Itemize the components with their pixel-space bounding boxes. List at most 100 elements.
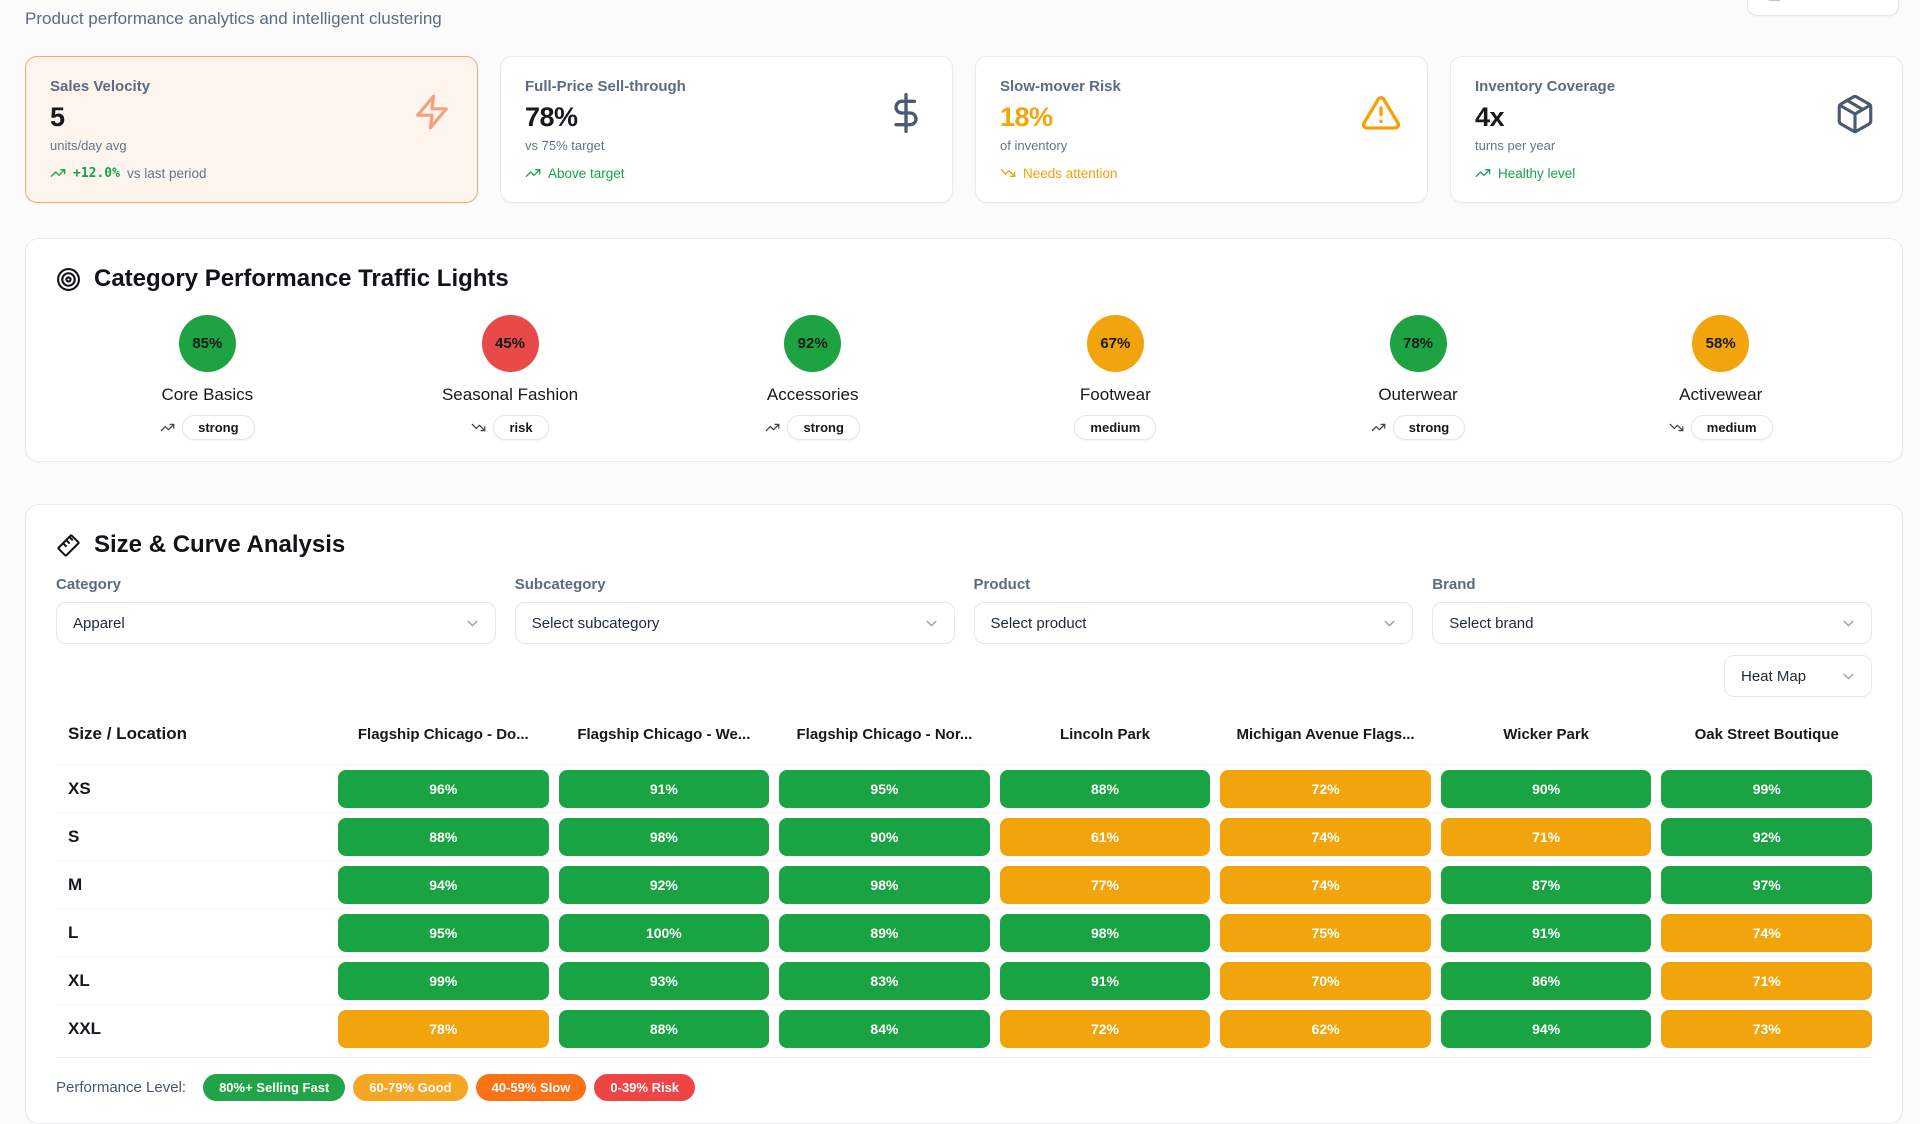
heatmap-cell[interactable]: 93%	[559, 962, 770, 1000]
kpi-title: Sales Velocity	[50, 78, 453, 95]
location-column-header: Michigan Avenue Flags...	[1220, 726, 1431, 743]
trending-up-icon	[1371, 420, 1386, 435]
kpi-value: 78%	[525, 102, 928, 133]
trending-up-icon	[525, 165, 541, 181]
section-title-text: Category Performance Traffic Lights	[94, 265, 509, 293]
heatmap-cell[interactable]: 74%	[1661, 914, 1872, 952]
period-selector-button[interactable]: Last 4 Weeks	[1747, 0, 1899, 16]
kpi-unit: vs 75% target	[525, 138, 928, 153]
traffic-light-item[interactable]: 58%Activewearmedium	[1569, 315, 1872, 441]
traffic-light-item[interactable]: 78%Outerwearstrong	[1267, 315, 1570, 441]
heatmap-cell[interactable]: 73%	[1661, 1010, 1872, 1048]
heatmap-cell[interactable]: 72%	[1000, 1010, 1211, 1048]
heatmap-cell[interactable]: 62%	[1220, 1010, 1431, 1048]
heatmap-cell[interactable]: 99%	[1661, 770, 1872, 808]
heatmap-cell[interactable]: 92%	[1661, 818, 1872, 856]
size-row-label: XL	[56, 971, 328, 991]
heatmap-cell[interactable]: 88%	[1000, 770, 1211, 808]
filter-row: Category Apparel Subcategory Select subc…	[56, 576, 1872, 644]
category-select[interactable]: Apparel	[56, 602, 496, 644]
heatmap-cell[interactable]: 74%	[1220, 866, 1431, 904]
legend-pill: 80%+ Selling Fast	[203, 1074, 345, 1101]
heatmap-cell[interactable]: 91%	[1441, 914, 1652, 952]
kpi-status: Needs attention	[1023, 166, 1118, 181]
subcategory-select[interactable]: Select subcategory	[515, 602, 955, 644]
traffic-light-grid: 85%Core Basicsstrong45%Seasonal Fashionr…	[56, 315, 1872, 441]
traffic-light-category: Seasonal Fashion	[442, 385, 578, 405]
heatmap-cell[interactable]: 90%	[1441, 770, 1652, 808]
heatmap-header-row: Size / Location Flagship Chicago - Do...…	[56, 712, 1872, 764]
heatmap-cell[interactable]: 91%	[559, 770, 770, 808]
traffic-light-item[interactable]: 45%Seasonal Fashionrisk	[359, 315, 662, 441]
trending-down-icon	[1669, 420, 1684, 435]
filter-product: Product Select product	[974, 576, 1414, 644]
heatmap-cell[interactable]: 94%	[1441, 1010, 1652, 1048]
heatmap-row: S88%98%90%61%74%71%92%	[56, 812, 1872, 860]
heatmap-cell[interactable]: 88%	[338, 818, 549, 856]
trending-up-icon	[765, 420, 780, 435]
heatmap-cell[interactable]: 96%	[338, 770, 549, 808]
kpi-card-full-price-sell-through[interactable]: Full-Price Sell-through 78% vs 75% targe…	[500, 56, 953, 203]
traffic-light-category: Footwear	[1080, 385, 1151, 405]
size-row-label: XS	[56, 779, 328, 799]
heatmap-row: XL 99% 93%83% 91%70% 86%71%	[56, 956, 1872, 1004]
status-badge: strong	[1393, 415, 1465, 440]
category-performance-section: Category Performance Traffic Lights 85%C…	[25, 238, 1903, 462]
heatmap-cell[interactable]: 74%	[1220, 818, 1431, 856]
heatmap-cell[interactable]: 72%	[1220, 770, 1431, 808]
trending-up-icon	[160, 420, 175, 435]
traffic-light-circle: 67%	[1087, 315, 1144, 372]
heatmap-cell[interactable]: 91%	[1000, 962, 1211, 1000]
heatmap-cell[interactable]: 75%	[1220, 914, 1431, 952]
traffic-light-item[interactable]: 92%Accessoriesstrong	[661, 315, 964, 441]
calendar-icon	[1766, 0, 1783, 1]
heatmap-cell[interactable]: 90%	[779, 818, 990, 856]
heatmap-cell[interactable]: 95%	[779, 770, 990, 808]
heatmap-cell[interactable]: 99%	[338, 962, 549, 1000]
heatmap-cell[interactable]: 100%	[559, 914, 770, 952]
heatmap-cell[interactable]: 77%	[1000, 866, 1211, 904]
kpi-card-slow-mover-risk[interactable]: Slow-mover Risk 18% of inventory Needs a…	[975, 56, 1428, 203]
status-badge: medium	[1074, 415, 1156, 440]
heatmap-cell[interactable]: 86%	[1441, 962, 1652, 1000]
heatmap-cell[interactable]: 94%	[338, 866, 549, 904]
kpi-status: Healthy level	[1498, 166, 1575, 181]
kpi-card-sales-velocity[interactable]: Sales Velocity 5 units/day avg +12.0% vs…	[25, 56, 478, 203]
traffic-light-category: Outerwear	[1378, 385, 1457, 405]
kpi-card-inventory-coverage[interactable]: Inventory Coverage 4x turns per year Hea…	[1450, 56, 1903, 203]
heatmap-cell[interactable]: 84%	[779, 1010, 990, 1048]
heatmap-cell[interactable]: 87%	[1441, 866, 1652, 904]
heatmap-cell[interactable]: 70%	[1220, 962, 1431, 1000]
location-column-header: Flagship Chicago - Nor...	[779, 726, 990, 743]
kpi-title: Full-Price Sell-through	[525, 78, 928, 95]
product-select[interactable]: Select product	[974, 602, 1414, 644]
heatmap-cell[interactable]: 71%	[1441, 818, 1652, 856]
heatmap-cell[interactable]: 98%	[1000, 914, 1211, 952]
heatmap-cell[interactable]: 61%	[1000, 818, 1211, 856]
traffic-light-category: Activewear	[1679, 385, 1762, 405]
heatmap-cell[interactable]: 71%	[1661, 962, 1872, 1000]
traffic-light-item[interactable]: 67% Footwear medium	[964, 315, 1267, 441]
heatmap-cell[interactable]: 98%	[779, 866, 990, 904]
zap-icon	[413, 93, 451, 136]
heatmap-cell[interactable]: 97%	[1661, 866, 1872, 904]
trending-up-icon	[1475, 165, 1491, 181]
traffic-light-item[interactable]: 85%Core Basicsstrong	[56, 315, 359, 441]
heatmap-cell[interactable]: 89%	[779, 914, 990, 952]
status-badge: strong	[787, 415, 859, 440]
heatmap-cell[interactable]: 92%	[559, 866, 770, 904]
package-icon	[1834, 93, 1876, 140]
traffic-light-circle: 85%	[179, 315, 236, 372]
dollar-icon	[886, 93, 926, 138]
heatmap-cell[interactable]: 83%	[779, 962, 990, 1000]
heatmap-cell[interactable]: 98%	[559, 818, 770, 856]
heatmap-cell[interactable]: 88%	[559, 1010, 770, 1048]
status-badge: medium	[1691, 415, 1773, 440]
target-icon	[56, 267, 81, 292]
kpi-title: Slow-mover Risk	[1000, 78, 1403, 95]
heatmap-body: XS96%91%95%88%72%90%99%S88%98%90%61%74%7…	[56, 764, 1872, 1052]
heatmap-cell[interactable]: 95%	[338, 914, 549, 952]
heatmap-cell[interactable]: 78%	[338, 1010, 549, 1048]
brand-select[interactable]: Select brand	[1432, 602, 1872, 644]
view-mode-select[interactable]: Heat Map	[1724, 655, 1872, 697]
